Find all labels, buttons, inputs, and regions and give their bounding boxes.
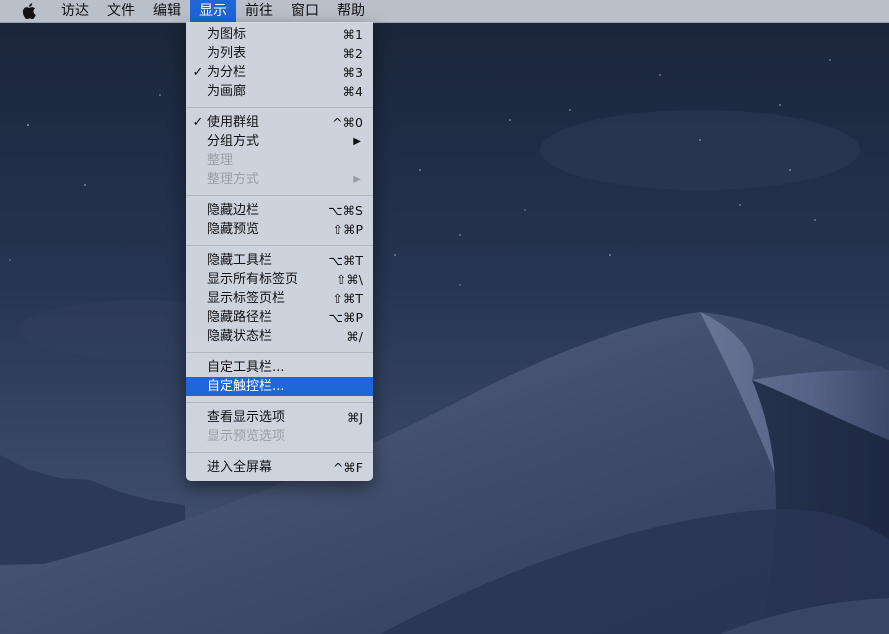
- menu-item-shortcut: ⌘/: [346, 329, 363, 344]
- menu-item-label: 自定触控栏...: [207, 379, 285, 394]
- menu-item-label: 隐藏状态栏: [207, 329, 273, 344]
- menu-edit[interactable]: 编辑: [144, 0, 190, 22]
- menu-item-as-list[interactable]: 为列表 ⌘2: [186, 44, 373, 63]
- menu-item-label: 为画廊: [207, 84, 247, 99]
- menu-item-shortcut: ^⌘0: [332, 115, 363, 130]
- menu-item-label: 使用群组: [207, 115, 260, 130]
- menu-item-clean-up-by: 整理方式 ▶: [186, 170, 373, 189]
- checkmark-icon: ✓: [192, 115, 204, 130]
- menu-item-label: 整理: [207, 153, 234, 168]
- menu-go[interactable]: 前往: [236, 0, 282, 22]
- menu-item-hide-path-bar[interactable]: 隐藏路径栏 ⌥⌘P: [186, 308, 373, 327]
- menu-item-clean-up: 整理: [186, 151, 373, 170]
- menu-item-label: 隐藏路径栏: [207, 310, 273, 325]
- menu-file[interactable]: 文件: [98, 0, 144, 22]
- menu-separator: [186, 452, 373, 453]
- menu-item-show-preview-options: 显示预览选项: [186, 427, 373, 446]
- menu-bar: 访达 文件 编辑 显示 前往 窗口 帮助: [0, 0, 889, 23]
- menu-item-shortcut: ⌥⌘P: [328, 310, 363, 325]
- menu-item-group-by[interactable]: 分组方式 ▶: [186, 132, 373, 151]
- menu-item-label: 查看显示选项: [207, 410, 286, 425]
- menu-separator: [186, 195, 373, 196]
- menu-separator: [186, 245, 373, 246]
- menu-item-label: 为图标: [207, 27, 247, 42]
- menu-item-shortcut: ⌘1: [342, 27, 363, 42]
- menu-item-label: 为列表: [207, 46, 247, 61]
- apple-logo-icon: [22, 3, 36, 19]
- menu-item-hide-preview[interactable]: 隐藏预览 ⇧⌘P: [186, 220, 373, 239]
- submenu-arrow-icon: ▶: [353, 136, 361, 147]
- menu-item-shortcut: ^⌘F: [332, 460, 363, 475]
- menu-item-label: 进入全屏幕: [207, 460, 273, 475]
- view-dropdown-menu: 为图标 ⌘1 为列表 ⌘2 ✓ 为分栏 ⌘3 为画廊 ⌘4 ✓ 使用群组 ^⌘0…: [186, 22, 373, 481]
- menu-item-label: 整理方式: [207, 172, 260, 187]
- menu-item-label: 为分栏: [207, 65, 247, 80]
- menu-item-label: 显示标签页栏: [207, 291, 286, 306]
- apple-logo-icon[interactable]: [20, 0, 38, 22]
- menu-item-shortcut: ⇧⌘P: [332, 222, 363, 237]
- menu-item-label: 隐藏工具栏: [207, 253, 273, 268]
- menu-item-as-icons[interactable]: 为图标 ⌘1: [186, 25, 373, 44]
- menu-item-shortcut: ⇧⌘\: [335, 272, 363, 287]
- menu-item-customize-touch-bar[interactable]: 自定触控栏...: [186, 377, 373, 396]
- menu-item-label: 显示预览选项: [207, 429, 286, 444]
- checkmark-icon: ✓: [192, 65, 204, 80]
- menu-item-label: 显示所有标签页: [207, 272, 299, 287]
- menu-view[interactable]: 显示: [190, 0, 236, 22]
- menu-item-shortcut: ⌥⌘T: [328, 253, 363, 268]
- menu-item-shortcut: ⌘J: [346, 410, 363, 425]
- menu-item-show-all-tabs[interactable]: 显示所有标签页 ⇧⌘\: [186, 270, 373, 289]
- menu-item-shortcut: ⌘3: [342, 65, 363, 80]
- menu-item-shortcut: ⇧⌘T: [332, 291, 363, 306]
- menu-item-as-gallery[interactable]: 为画廊 ⌘4: [186, 82, 373, 101]
- menu-item-label: 自定工具栏...: [207, 360, 285, 375]
- mojave-dunes-wallpaper: [0, 0, 889, 634]
- submenu-arrow-icon: ▶: [353, 174, 361, 185]
- menu-item-label: 分组方式: [207, 134, 260, 149]
- menu-item-hide-status-bar[interactable]: 隐藏状态栏 ⌘/: [186, 327, 373, 346]
- menu-item-show-view-options[interactable]: 查看显示选项 ⌘J: [186, 408, 373, 427]
- menu-item-hide-sidebar[interactable]: 隐藏边栏 ⌥⌘S: [186, 201, 373, 220]
- menu-help[interactable]: 帮助: [328, 0, 374, 22]
- menu-item-hide-toolbar[interactable]: 隐藏工具栏 ⌥⌘T: [186, 251, 373, 270]
- menu-item-label: 隐藏预览: [207, 222, 260, 237]
- menu-window[interactable]: 窗口: [282, 0, 328, 22]
- menu-item-use-groups[interactable]: ✓ 使用群组 ^⌘0: [186, 113, 373, 132]
- menu-finder[interactable]: 访达: [52, 0, 98, 22]
- menu-item-show-tab-bar[interactable]: 显示标签页栏 ⇧⌘T: [186, 289, 373, 308]
- desktop-wallpaper: [0, 0, 889, 634]
- menu-item-shortcut: ⌘2: [342, 46, 363, 61]
- menu-separator: [186, 107, 373, 108]
- menu-item-label: 隐藏边栏: [207, 203, 260, 218]
- menu-item-shortcut: ⌘4: [342, 84, 363, 99]
- menu-item-shortcut: ⌥⌘S: [328, 203, 363, 218]
- menu-item-customize-toolbar[interactable]: 自定工具栏...: [186, 358, 373, 377]
- menu-separator: [186, 402, 373, 403]
- menu-item-as-columns[interactable]: ✓ 为分栏 ⌘3: [186, 63, 373, 82]
- menu-item-enter-full-screen[interactable]: 进入全屏幕 ^⌘F: [186, 458, 373, 477]
- menu-separator: [186, 352, 373, 353]
